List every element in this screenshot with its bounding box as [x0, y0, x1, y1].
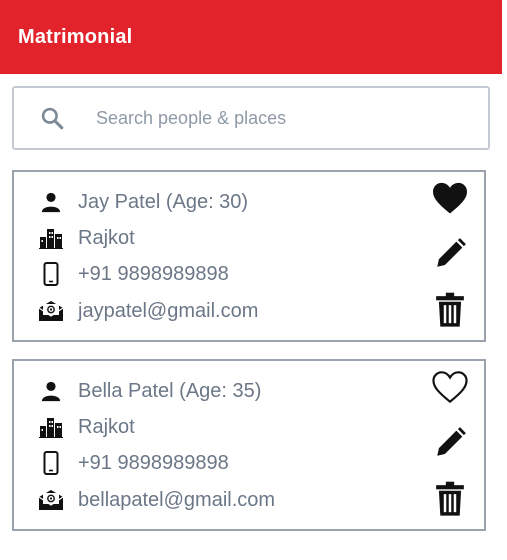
app-screen: Matrimonial Jay Patel (Age: 30)	[0, 0, 507, 560]
trash-icon[interactable]	[430, 479, 470, 519]
email-envelope-icon	[38, 487, 64, 513]
city-buildings-icon	[38, 225, 64, 251]
heart-icon[interactable]	[430, 178, 470, 218]
search-input[interactable]	[96, 103, 456, 133]
profile-name-row: Bella Patel (Age: 35)	[38, 377, 261, 405]
profile-name-row: Jay Patel (Age: 30)	[38, 188, 248, 216]
profile-email: jaypatel@gmail.com	[78, 299, 259, 322]
mobile-phone-icon	[38, 450, 64, 476]
trash-icon[interactable]	[430, 290, 470, 330]
profile-phone-row: +91 9898989898	[38, 260, 229, 288]
city-buildings-icon	[38, 414, 64, 440]
profile-name: Bella Patel (Age: 35)	[78, 379, 262, 402]
profile-city: Rajkot	[78, 226, 135, 249]
profile-card[interactable]: Bella Patel (Age: 35) Rajkot +91 9898989…	[12, 359, 486, 531]
profile-card[interactable]: Jay Patel (Age: 30) Rajkot +91 989898989…	[12, 170, 486, 342]
profile-city: Rajkot	[78, 415, 135, 438]
search-icon	[38, 104, 66, 132]
profile-phone-row: +91 9898989898	[38, 449, 229, 477]
search-box[interactable]	[12, 86, 490, 150]
mobile-phone-icon	[38, 261, 64, 287]
pencil-icon[interactable]	[430, 234, 470, 274]
profile-phone: +91 9898989898	[78, 451, 229, 474]
profile-email: bellapatel@gmail.com	[78, 488, 276, 511]
person-icon	[38, 378, 64, 404]
app-title: Matrimonial	[18, 25, 133, 48]
profile-city-row: Rajkot	[38, 413, 135, 441]
email-envelope-icon	[38, 298, 64, 324]
profile-name: Jay Patel (Age: 30)	[78, 190, 249, 213]
profile-email-row: bellapatel@gmail.com	[38, 486, 275, 514]
app-bar: Matrimonial	[0, 0, 502, 74]
profile-phone: +91 9898989898	[78, 262, 229, 285]
pencil-icon[interactable]	[430, 423, 470, 463]
profile-city-row: Rajkot	[38, 224, 135, 252]
person-icon	[38, 189, 64, 215]
profile-email-row: jaypatel@gmail.com	[38, 297, 258, 325]
heart-outline-icon[interactable]	[430, 367, 470, 407]
